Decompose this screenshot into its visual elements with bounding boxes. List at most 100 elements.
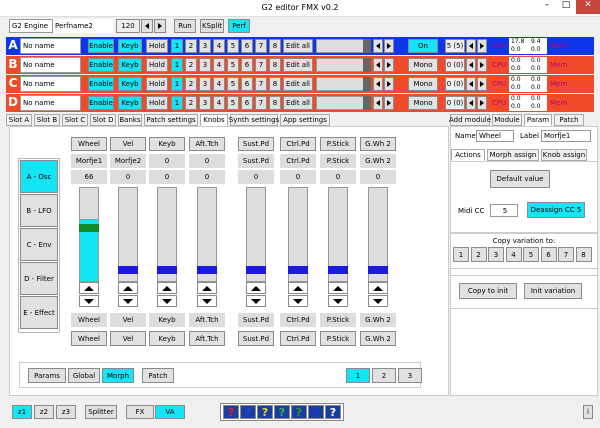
- variation-button[interactable]: 2: [185, 58, 197, 72]
- copy-variation-button[interactable]: 1: [453, 247, 469, 262]
- enable-button[interactable]: Enable: [88, 39, 114, 53]
- voices-up-button[interactable]: [477, 77, 487, 91]
- copy-variation-button[interactable]: 7: [558, 247, 574, 262]
- variation-button[interactable]: 4: [213, 39, 225, 53]
- slider-thumb[interactable]: [363, 58, 371, 72]
- knob-header-button[interactable]: Wheel: [71, 137, 107, 151]
- variation-button[interactable]: 8: [269, 96, 281, 110]
- hold-button[interactable]: Hold: [146, 77, 168, 91]
- knob-up-button[interactable]: [288, 282, 308, 294]
- keyb-button[interactable]: Keyb: [118, 96, 142, 110]
- volume-up-button[interactable]: [384, 77, 394, 91]
- knob-footer-button[interactable]: Aft.Tch: [189, 331, 225, 346]
- variation-button[interactable]: 8: [269, 58, 281, 72]
- knob-slider-thumb[interactable]: [368, 266, 388, 274]
- mode-button[interactable]: Mono: [408, 96, 438, 110]
- enable-button[interactable]: Enable: [88, 77, 114, 91]
- knob-down-button[interactable]: [118, 295, 138, 307]
- variation-button[interactable]: 2: [185, 96, 197, 110]
- slider-thumb[interactable]: [363, 96, 371, 110]
- slot-name-field[interactable]: No name: [20, 57, 81, 73]
- knob-down-button[interactable]: [79, 295, 99, 307]
- tab-global[interactable]: Global: [68, 368, 100, 383]
- volume-slider[interactable]: [316, 39, 366, 53]
- zoom-3-button[interactable]: z3: [56, 405, 76, 419]
- knob-footer-button[interactable]: G.Wh 2: [360, 331, 396, 346]
- cable-color-button[interactable]: ?: [257, 405, 273, 419]
- knob-down-button[interactable]: [328, 295, 348, 307]
- knob-down-button[interactable]: [197, 295, 217, 307]
- page-button[interactable]: 3: [398, 368, 422, 383]
- splitter-button[interactable]: Splitter: [85, 405, 117, 419]
- variation-button[interactable]: 2: [185, 77, 197, 91]
- variation-button[interactable]: 1: [171, 77, 183, 91]
- init-variation-button[interactable]: Init variation: [524, 283, 582, 299]
- volume-down-button[interactable]: [373, 96, 383, 110]
- keyb-button[interactable]: Keyb: [118, 58, 142, 72]
- hold-button[interactable]: Hold: [146, 39, 168, 53]
- volume-slider[interactable]: [316, 58, 366, 72]
- va-button[interactable]: VA: [155, 405, 185, 419]
- side-button[interactable]: D - Filter: [20, 262, 58, 295]
- variation-button[interactable]: 7: [255, 39, 267, 53]
- tab-slot-d[interactable]: Slot D: [90, 114, 116, 126]
- keyb-button[interactable]: Keyb: [118, 77, 142, 91]
- knob-footer-button[interactable]: Ctrl.Pd: [280, 331, 316, 346]
- ksplit-button[interactable]: KSplit: [200, 19, 224, 33]
- volume-down-button[interactable]: [373, 77, 383, 91]
- edit-all-button[interactable]: Edit all: [283, 39, 313, 53]
- name-field[interactable]: Wheel: [476, 130, 514, 142]
- tab-slot-a[interactable]: Slot A: [6, 114, 32, 126]
- variation-button[interactable]: 1: [171, 39, 183, 53]
- knob-up-button[interactable]: [328, 282, 348, 294]
- knob-header-button[interactable]: Vel: [110, 137, 146, 151]
- variation-button[interactable]: 5: [227, 96, 239, 110]
- zoom-1-button[interactable]: z1: [12, 405, 32, 419]
- page-button[interactable]: 1: [346, 368, 370, 383]
- tempo-up-button[interactable]: [154, 19, 166, 33]
- copy-variation-button[interactable]: 8: [575, 247, 592, 262]
- variation-button[interactable]: 5: [227, 77, 239, 91]
- tab-app-settings[interactable]: App settings: [280, 114, 330, 126]
- knob-header-button[interactable]: P.Stick: [320, 137, 356, 151]
- knob-footer-button[interactable]: Keyb: [149, 331, 185, 346]
- variation-button[interactable]: 6: [241, 58, 253, 72]
- tab-morph[interactable]: Morph: [102, 368, 134, 383]
- knob-down-button[interactable]: [368, 295, 388, 307]
- tab-banks[interactable]: Banks: [118, 114, 142, 126]
- voices-field[interactable]: 5 (5): [445, 39, 465, 53]
- knob-header-button[interactable]: Aft.Tch: [189, 137, 225, 151]
- slot-name-field[interactable]: No name: [20, 76, 81, 92]
- midi-cc-field[interactable]: 5: [490, 204, 518, 217]
- perf-button[interactable]: Perf: [228, 19, 250, 33]
- variation-button[interactable]: 7: [255, 58, 267, 72]
- mode-button[interactable]: Mono: [408, 58, 438, 72]
- hold-button[interactable]: Hold: [146, 96, 168, 110]
- variation-button[interactable]: 5: [227, 39, 239, 53]
- volume-up-button[interactable]: [384, 39, 394, 53]
- tab-params[interactable]: Params: [28, 368, 66, 383]
- param-tab-morph-assign[interactable]: Morph assign: [487, 149, 539, 161]
- side-button[interactable]: E - Effect: [20, 296, 58, 329]
- enable-button[interactable]: Enable: [88, 96, 114, 110]
- maximize-button[interactable]: □: [557, 0, 575, 14]
- cable-color-button[interactable]: ?: [223, 405, 239, 419]
- side-button[interactable]: A - Osc: [20, 160, 58, 193]
- knob-up-button[interactable]: [197, 282, 217, 294]
- volume-up-button[interactable]: [384, 96, 394, 110]
- knob-up-button[interactable]: [368, 282, 388, 294]
- tab-synth-settings[interactable]: Synth settings: [229, 114, 279, 126]
- deassign-cc-button[interactable]: Deassign CC 5: [527, 202, 585, 218]
- voices-down-button[interactable]: [466, 39, 476, 53]
- tab-patch[interactable]: Patch: [554, 114, 584, 126]
- tab-add-module[interactable]: Add module: [449, 114, 491, 126]
- edit-all-button[interactable]: Edit all: [283, 58, 313, 72]
- voices-field[interactable]: 0 (0): [445, 96, 465, 110]
- variation-button[interactable]: 2: [185, 39, 197, 53]
- run-button[interactable]: Run: [174, 19, 196, 33]
- copy-variation-button[interactable]: 2: [470, 247, 487, 262]
- volume-slider[interactable]: [316, 77, 366, 91]
- side-button[interactable]: B - LFO: [20, 194, 58, 227]
- fx-button[interactable]: FX: [126, 405, 154, 419]
- cable-color-button[interactable]: ?: [240, 405, 256, 419]
